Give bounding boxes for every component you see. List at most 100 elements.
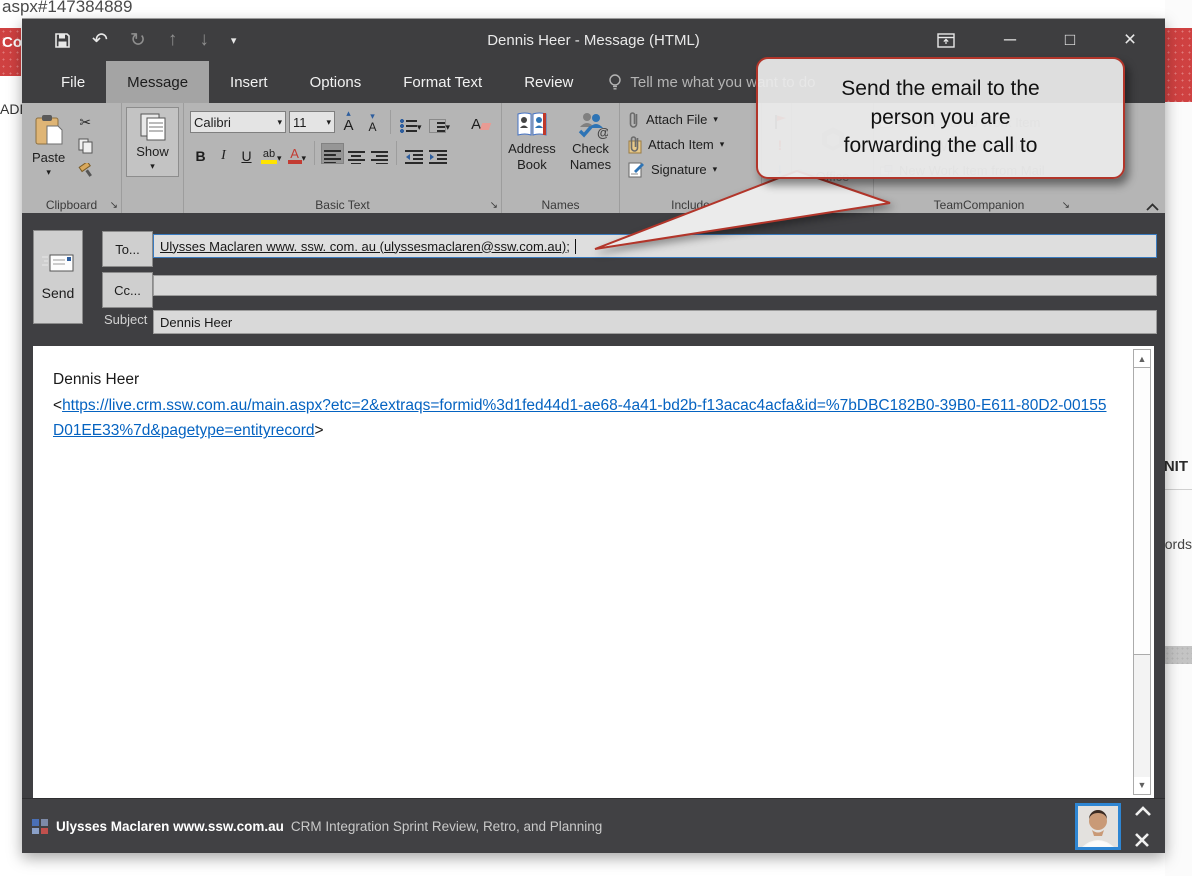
crm-record-link[interactable]: https://live.crm.ssw.com.au/main.aspx?et… [53,397,1107,440]
paste-label: Paste [32,150,65,165]
decrease-indent-button[interactable] [403,143,425,164]
subject-field[interactable]: Dennis Heer [153,310,1157,334]
check-names-button[interactable]: @ Check Names [564,107,617,178]
clipboard-dialog-launcher-icon[interactable]: ↘ [110,200,118,211]
tab-insert[interactable]: Insert [209,61,289,103]
basic-text-dialog-launcher-icon[interactable]: ↘ [490,200,498,211]
to-recipient[interactable]: Ulysses Maclaren www. ssw. com. au (ulys… [160,239,570,254]
increase-indent-button[interactable] [427,143,449,164]
align-left-icon [324,150,341,163]
send-envelope-icon [41,253,75,275]
maximize-button[interactable]: □ [1057,30,1083,50]
expand-chevron-icon[interactable] [1135,806,1157,816]
scroll-down-icon[interactable]: ▼ [1134,777,1150,793]
customize-quick-access-icon[interactable]: ▾ [231,34,237,47]
ribbon-group-show: Show ▾ [122,103,184,213]
format-painter-icon[interactable] [75,161,95,179]
attach-file-label: Attach File [646,112,707,127]
attach-file-button[interactable]: Attach File ▾ [624,107,757,132]
align-left-button[interactable] [321,143,344,164]
collapse-ribbon-icon[interactable] [1146,203,1159,211]
tab-options[interactable]: Options [289,61,383,103]
address-book-icon [516,111,548,139]
align-center-icon [348,151,365,164]
close-button[interactable]: × [1117,28,1143,52]
next-item-icon[interactable]: ↓ [199,29,209,51]
teamcompanion-group-label: TeamCompanion [874,198,1084,212]
send-label: Send [42,285,75,301]
paste-dropdown-icon: ▾ [46,167,51,178]
ribbon-group-include: Attach File ▾ Attach Item ▾ Signature ▾ … [620,103,762,213]
tab-format-text[interactable]: Format Text [382,61,503,103]
minimize-button[interactable]: ─ [997,30,1023,50]
bullets-dropdown-icon: ▾ [417,122,422,133]
vertical-scrollbar[interactable]: ▲ ▼ [1133,349,1151,795]
dismiss-close-icon[interactable] [1135,833,1157,847]
avatar[interactable] [1075,803,1121,850]
teamcompanion-dialog-launcher-icon[interactable]: ↘ [1062,200,1070,211]
italic-button[interactable]: I [213,143,234,164]
to-field[interactable]: Ulysses Maclaren www. ssw. com. au (ulys… [153,234,1157,258]
signature-button[interactable]: Signature ▾ [624,157,757,182]
check-names-icon: @ [574,111,608,139]
show-fields-button[interactable]: Show ▾ [126,107,179,177]
show-fields-icon [139,112,167,142]
angle-close: > [315,422,324,439]
paperclip-item-icon [628,135,642,155]
tab-file[interactable]: File [40,61,106,103]
copy-icon[interactable] [75,137,95,155]
footer-sender: Ulysses Maclaren www.ssw.com.au [56,819,284,834]
scroll-up-icon[interactable]: ▲ [1134,351,1150,367]
signature-label: Signature [651,162,707,177]
clear-formatting-button[interactable]: A [469,112,492,133]
underline-button[interactable]: U [236,143,257,164]
caption-buttons: ─ □ × [937,19,1157,61]
align-right-button[interactable] [369,143,390,164]
bullets-button[interactable]: ▾ [398,112,424,133]
font-size-combo[interactable]: 11 ▾ [289,111,335,133]
tab-message[interactable]: Message [106,61,209,103]
cc-button[interactable]: Cc... [102,272,153,308]
numbering-dropdown-icon: ▾ [446,122,451,133]
divider [396,141,397,165]
background-gray-bar [1165,646,1192,664]
numbering-icon [429,119,446,133]
cc-field[interactable] [153,275,1157,296]
save-icon[interactable] [55,33,70,48]
redo-icon[interactable]: ↻ [130,29,146,52]
previous-item-icon[interactable]: ↑ [168,29,178,51]
message-body[interactable]: Dennis Heer <https://live.crm.ssw.com.au… [33,346,1154,798]
font-color-button[interactable]: A▾ [286,143,309,164]
to-button[interactable]: To... [102,231,153,267]
address-book-label: Address Book [508,141,556,174]
attach-item-label: Attach Item [648,137,714,152]
shrink-font-button[interactable]: ▾A [362,112,383,133]
paste-button[interactable]: Paste ▾ [26,110,71,182]
names-group-label: Names [502,198,619,212]
scrollbar-track[interactable] [1134,655,1150,777]
address-book-button[interactable]: Address Book [504,107,560,178]
font-name-combo[interactable]: Calibri ▾ [190,111,286,133]
grow-font-button[interactable]: ▴A [338,112,359,133]
background-partial-ords-text: ords [1165,536,1192,552]
signature-icon [628,161,645,178]
show-dropdown-icon: ▾ [150,161,155,172]
tags-dialog-launcher-icon[interactable]: ↘ [780,200,788,211]
teamcompanion-logo-icon [32,819,48,834]
divider [314,141,315,165]
numbering-button[interactable]: ▾ [427,112,453,133]
tab-review[interactable]: Review [503,61,594,103]
align-center-button[interactable] [346,143,367,164]
bold-button[interactable]: B [190,143,211,164]
text-highlight-button[interactable]: ab▾ [259,143,284,164]
signature-dropdown-icon: ▾ [713,164,718,175]
undo-icon[interactable]: ↶ [92,29,108,52]
font-color-bar [288,160,302,164]
send-button[interactable]: Send [33,230,83,324]
background-red-tile-right [1165,28,1192,102]
cut-icon[interactable]: ✂ [75,113,95,131]
attach-item-button[interactable]: Attach Item ▾ [624,132,757,157]
ribbon-display-options-icon[interactable] [937,33,963,48]
scrollbar-thumb[interactable] [1134,367,1150,655]
ribbon-group-names: Address Book @ Check Names Names [502,103,620,213]
